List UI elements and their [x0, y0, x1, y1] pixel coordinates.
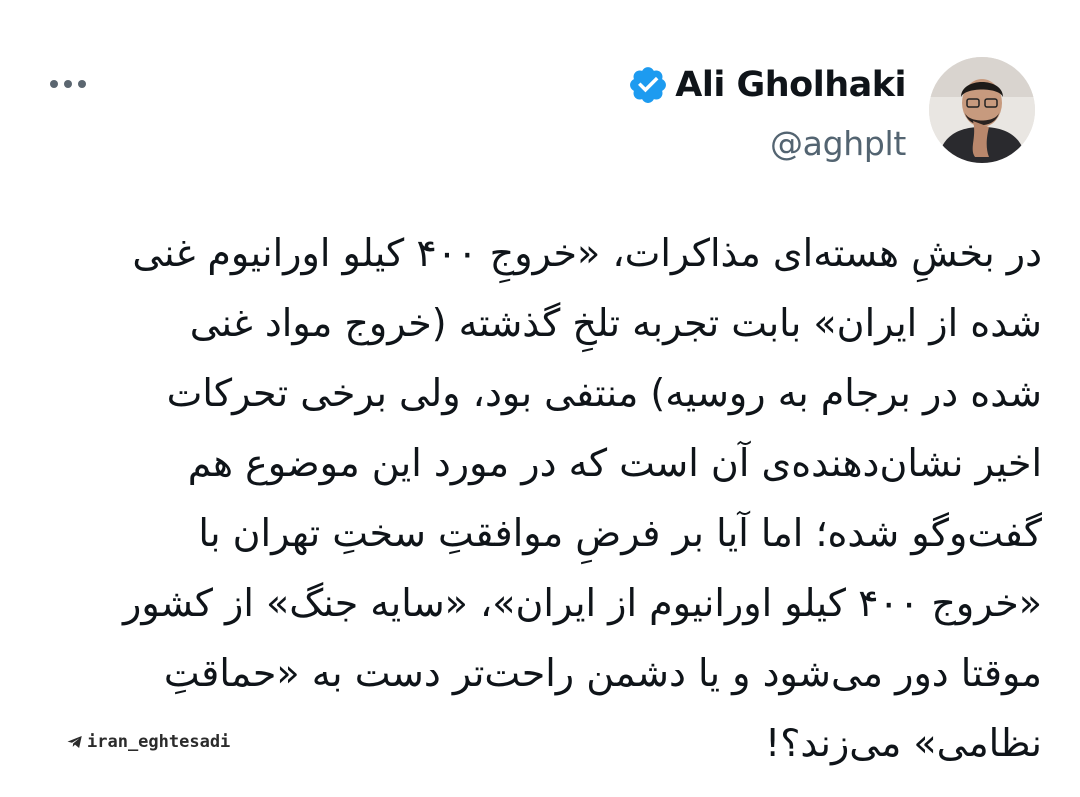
tweet-card: Ali Gholhaki @aghplt در بخشِ هسته‌ای مذا…	[0, 0, 1080, 797]
telegram-icon	[67, 736, 82, 748]
author-name-row[interactable]: Ali Gholhaki	[627, 62, 906, 108]
more-icon-dot	[64, 80, 72, 88]
avatar[interactable]	[929, 57, 1035, 163]
more-options-button[interactable]	[50, 72, 94, 96]
tweet-text-line: اخیر نشان‌دهنده‌ی آن است که در مورد این …	[187, 441, 1042, 485]
author-display-name[interactable]: Ali Gholhaki	[675, 65, 906, 105]
watermark-text: iran_eghtesadi	[87, 732, 231, 752]
tweet-text-line: «خروج ۴۰۰ کیلو اورانیوم از ایران»، «سایه…	[122, 581, 1042, 625]
verified-badge-icon	[630, 67, 667, 103]
tweet-text-line: شده در برجام به روسیه) منتفی بود، ولی بر…	[166, 371, 1042, 415]
more-icon	[50, 80, 58, 88]
tweet-text: در بخشِ هسته‌ای مذاکرات، «خروجِ ۴۰۰ کیلو…	[40, 218, 1042, 778]
profile-photo	[929, 57, 1035, 163]
more-icon-dot	[78, 80, 86, 88]
tweet-text-line: گفت‌وگو شده؛ اما آیا بر فرضِ موافقتِ سخت…	[198, 511, 1042, 555]
tweet-text-line: موقتا دور می‌شود و یا دشمن راحت‌تر دست ب…	[163, 651, 1042, 695]
author-handle[interactable]: @aghplt	[770, 124, 906, 163]
tweet-text-line: شده از ایران» بابت تجربه تلخِ گذشته (خرو…	[189, 301, 1042, 345]
watermark: iran_eghtesadi	[66, 732, 230, 752]
tweet-text-line: در بخشِ هسته‌ای مذاکرات، «خروجِ ۴۰۰ کیلو…	[132, 231, 1042, 275]
